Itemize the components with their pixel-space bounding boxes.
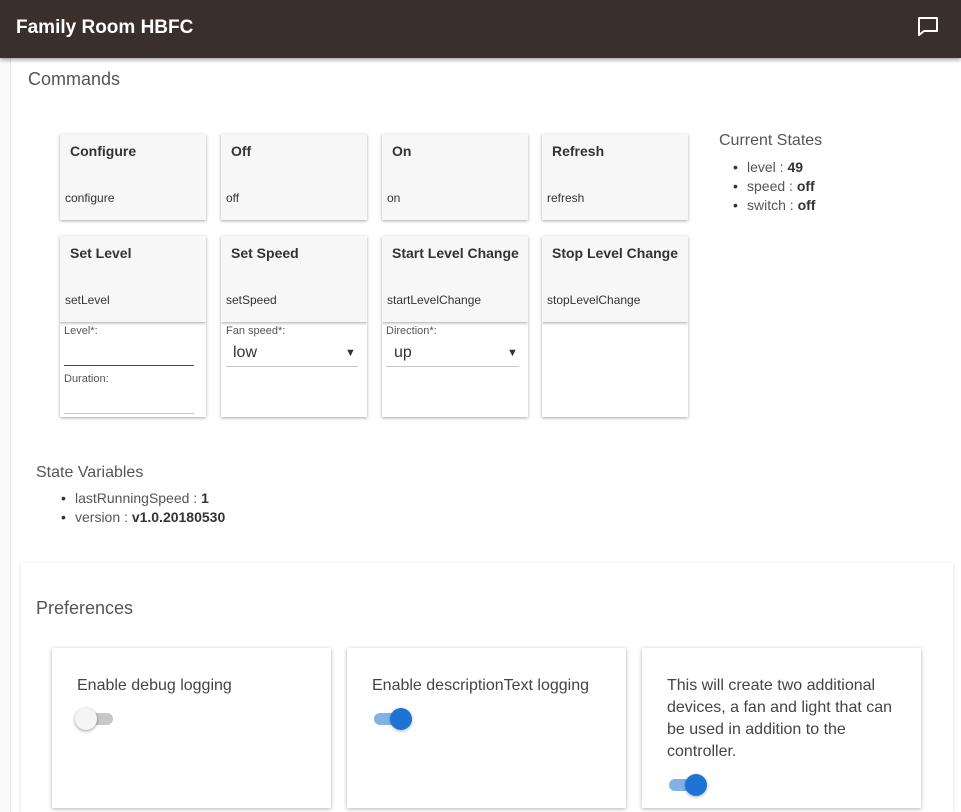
state-variable-item: version : v1.0.20180530 xyxy=(59,508,225,527)
level-label: Level*: xyxy=(64,325,98,337)
command-name: On xyxy=(392,143,412,159)
command-name: Refresh xyxy=(552,143,605,159)
current-states-list: level : 49 speed : off switch : off xyxy=(731,158,815,215)
duration-input[interactable] xyxy=(64,386,194,414)
state-variable-item: lastRunningSpeed : 1 xyxy=(59,489,225,508)
command-method: setSpeed xyxy=(226,293,277,307)
command-method: startLevelChange xyxy=(387,293,482,307)
command-name: Stop Level Change xyxy=(552,245,679,261)
fan-speed-value: low xyxy=(233,344,258,361)
state-variables-list: lastRunningSpeed : 1 version : v1.0.2018… xyxy=(59,489,225,527)
command-name: Set Speed xyxy=(231,245,299,261)
stop-level-change-params xyxy=(542,322,688,417)
duration-label: Duration: xyxy=(64,373,109,385)
description-logging-toggle[interactable] xyxy=(372,708,412,730)
command-name: Start Level Change xyxy=(392,245,519,261)
pref-debug-logging: Enable debug logging xyxy=(52,648,331,808)
fan-speed-select[interactable]: low ▼ xyxy=(226,338,358,367)
pref-description-logging: Enable descriptionText logging xyxy=(347,648,626,808)
direction-value: up xyxy=(394,344,412,361)
level-input[interactable] xyxy=(64,338,194,366)
state-item-switch: switch : off xyxy=(731,196,815,215)
app-header: Family Room HBFC xyxy=(0,0,961,58)
preferences-title: Preferences xyxy=(36,598,134,618)
command-name: Set Level xyxy=(70,245,132,261)
state-item-level: level : 49 xyxy=(731,158,815,177)
chevron-down-icon: ▼ xyxy=(345,347,356,359)
command-start-level-change[interactable]: Start Level Change startLevelChange xyxy=(382,236,528,322)
command-method: configure xyxy=(65,191,115,205)
direction-select[interactable]: up ▼ xyxy=(386,338,519,367)
command-method: off xyxy=(226,191,240,205)
set-speed-params: Fan speed*: low ▼ xyxy=(221,322,367,417)
command-name: Configure xyxy=(70,143,137,159)
chevron-down-icon: ▼ xyxy=(507,347,518,359)
pref-label: This will create two additional devices,… xyxy=(667,677,893,760)
state-item-speed: speed : off xyxy=(731,177,815,196)
chat-icon[interactable] xyxy=(916,15,940,39)
command-method: refresh xyxy=(547,191,585,205)
command-name: Off xyxy=(231,143,252,159)
device-panel: Commands Configure configure Off off On … xyxy=(10,58,961,812)
direction-label: Direction*: xyxy=(386,325,437,337)
pref-label: Enable descriptionText logging xyxy=(372,677,590,694)
set-level-params: Level*: Duration: xyxy=(60,322,206,417)
command-set-speed[interactable]: Set Speed setSpeed xyxy=(221,236,367,322)
current-states-title: Current States xyxy=(719,132,823,149)
command-configure[interactable]: Configure configure xyxy=(60,134,206,220)
command-set-level[interactable]: Set Level setLevel xyxy=(60,236,206,322)
commands-title: Commands xyxy=(28,69,121,89)
command-off[interactable]: Off off xyxy=(221,134,367,220)
debug-logging-toggle[interactable] xyxy=(75,708,115,730)
page-body: Commands Configure configure Off off On … xyxy=(0,58,961,812)
command-stop-level-change[interactable]: Stop Level Change stopLevelChange xyxy=(542,236,688,322)
state-variables-title: State Variables xyxy=(36,464,144,481)
fan-speed-label: Fan speed*: xyxy=(226,325,286,337)
command-method: setLevel xyxy=(65,293,110,307)
command-on[interactable]: On on xyxy=(382,134,528,220)
command-refresh[interactable]: Refresh refresh xyxy=(542,134,688,220)
pref-create-child-devices: This will create two additional devices,… xyxy=(642,648,921,808)
device-title: Family Room HBFC xyxy=(16,17,194,38)
pref-label: Enable debug logging xyxy=(77,677,232,694)
command-method: stopLevelChange xyxy=(547,293,641,307)
command-method: on xyxy=(387,191,401,205)
create-child-devices-toggle[interactable] xyxy=(667,774,707,796)
preferences-section: Preferences Enable debug logging Enable … xyxy=(21,563,953,812)
start-level-change-params: Direction*: up ▼ xyxy=(382,322,528,417)
